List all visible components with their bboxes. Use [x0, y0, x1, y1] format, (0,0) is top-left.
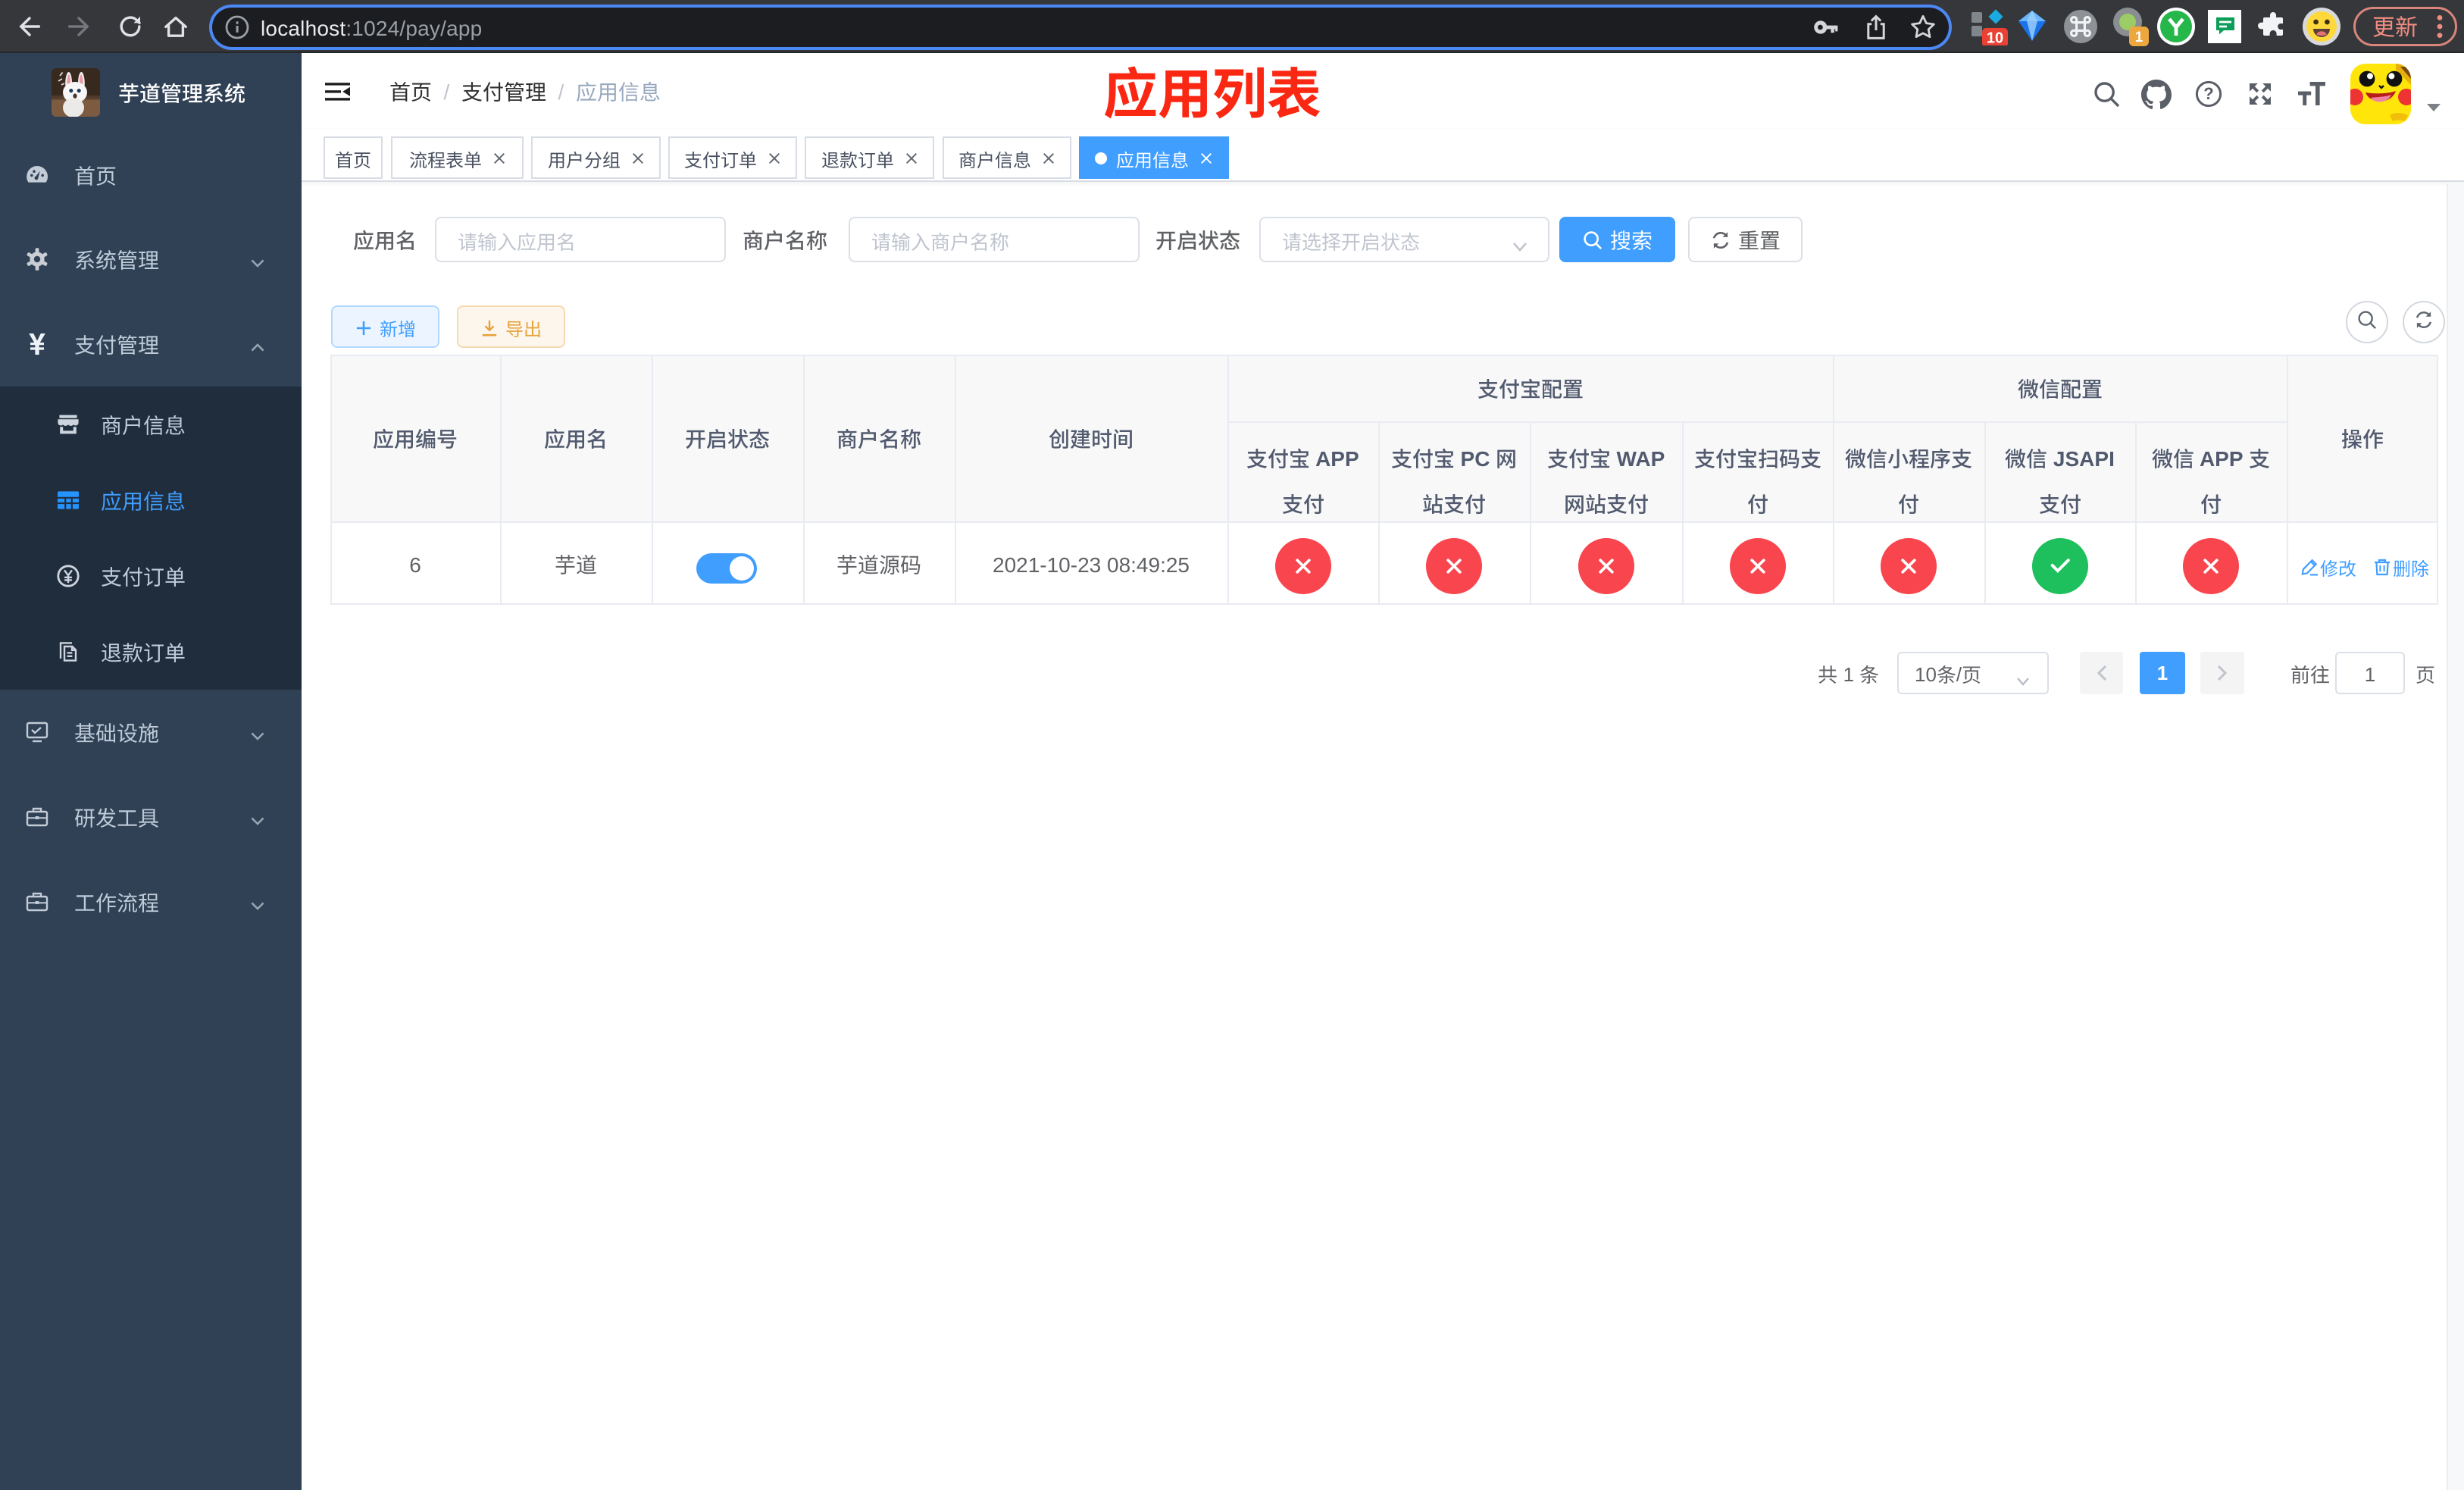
svg-text:1: 1 — [2135, 30, 2143, 45]
svg-text:10: 10 — [1987, 30, 2003, 45]
svg-text:?: ? — [2203, 84, 2213, 103]
